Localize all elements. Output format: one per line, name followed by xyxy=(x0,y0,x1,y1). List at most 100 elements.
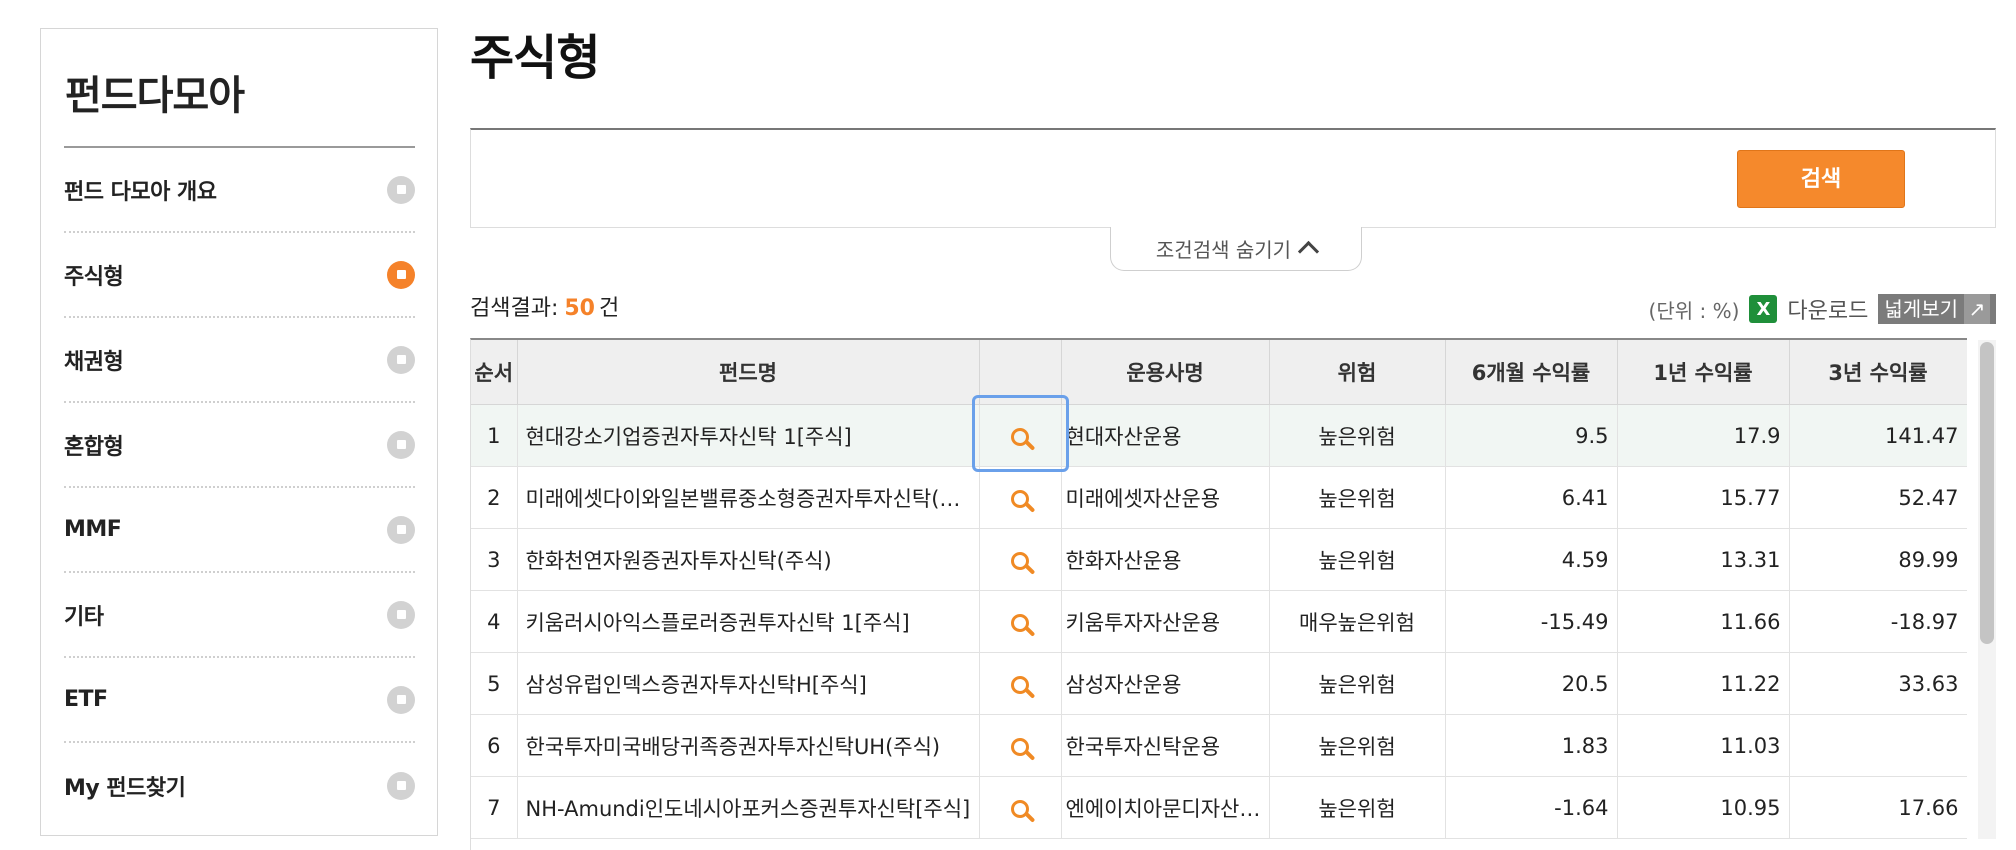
sidebar-item-mixed[interactable]: 혼합형 xyxy=(64,403,415,488)
company-name: 엔에이치아문디자산운용 xyxy=(1061,776,1270,839)
sidebar-item-etf[interactable]: ETF xyxy=(64,658,415,743)
sidebar-item-label: 펀드 다모아 개요 xyxy=(64,179,217,205)
company-name: 한국투자신탁운용 xyxy=(1061,714,1270,777)
fund-detail-button[interactable] xyxy=(979,714,1062,777)
table-row[interactable]: 7 NH-Amundi인도네시아포커스증권투자신탁[주식] 엔에이치아문디자산운… xyxy=(471,776,1967,839)
fund-detail-button[interactable] xyxy=(979,466,1062,529)
download-link[interactable]: 다운로드 xyxy=(1787,293,1868,325)
return-3y: -18.97 xyxy=(1789,590,1967,653)
fund-name-link[interactable]: 삼성유럽인덱스증권자투자신탁H[주식] xyxy=(517,652,980,715)
bullet-icon xyxy=(387,600,415,629)
sidebar-title: 펀드다모아 xyxy=(65,73,245,119)
sidebar-item-my-fund[interactable]: My 펀드찾기 xyxy=(64,743,415,828)
table-row[interactable]: 3 한화천연자원증권자투자신탁(주식) 한화자산운용 높은위험 4.59 13.… xyxy=(471,528,1967,591)
sidebar-item-overview[interactable]: 펀드 다모아 개요 xyxy=(64,148,415,233)
return-1y: 15.77 xyxy=(1617,466,1790,529)
table-row[interactable]: 5 삼성유럽인덱스증권자투자신탁H[주식] 삼성자산운용 높은위험 20.5 1… xyxy=(471,652,1967,715)
return-3y: 17.66 xyxy=(1789,776,1967,839)
excel-icon[interactable]: X xyxy=(1749,295,1778,323)
return-6m: 20.5 xyxy=(1445,652,1618,715)
sidebar-item-mmf[interactable]: MMF xyxy=(64,488,415,573)
page-title: 주식형 xyxy=(470,30,600,86)
col-header-return-3y[interactable]: 3년 수익률 xyxy=(1789,340,1967,405)
active-bullet-icon xyxy=(387,260,415,289)
toggle-label: 조건검색 숨기기 xyxy=(1155,238,1292,262)
magnifier-icon xyxy=(1011,489,1029,508)
fund-name-link[interactable]: 미래에셋다이와일본밸류중소형증권자투자신탁(주식) xyxy=(517,466,980,529)
wide-view-button[interactable]: 넓게보기 ↗ xyxy=(1878,294,1996,324)
result-unit: 건 xyxy=(599,296,620,321)
table-toolbar: (단위 : %) X 다운로드 넓게보기 ↗ xyxy=(1649,293,1996,325)
col-header-detail xyxy=(979,340,1062,405)
company-name: 한화자산운용 xyxy=(1061,528,1270,591)
fund-name-link[interactable]: NH-Amundi인도네시아포커스증권투자신탁[주식] xyxy=(517,776,980,839)
fund-detail-button[interactable] xyxy=(979,590,1062,653)
table-row[interactable]: 4 키움러시아익스플로러증권투자신탁 1[주식] 키움투자자산운용 매우높은위험… xyxy=(471,590,1967,653)
fund-detail-button[interactable] xyxy=(979,776,1062,839)
risk-level: 높은위험 xyxy=(1269,776,1446,839)
sidebar-item-label: MMF xyxy=(64,517,122,542)
fund-table: 순서 펀드명 운용사명 위험 6개월 수익률 1년 수익률 3년 수익률 1 현… xyxy=(471,340,1967,839)
fund-name-link[interactable]: 키움러시아익스플로러증권투자신탁 1[주식] xyxy=(517,590,980,653)
hide-filter-toggle[interactable]: 조건검색 숨기기 xyxy=(1110,227,1362,271)
return-3y xyxy=(1789,714,1967,777)
fund-name-link[interactable]: 한국투자미국배당귀족증권자투자신탁UH(주식) xyxy=(517,714,980,777)
table-row[interactable]: 2 미래에셋다이와일본밸류중소형증권자투자신탁(주식) 미래에셋자산운용 높은위… xyxy=(471,466,1967,529)
return-6m: 4.59 xyxy=(1445,528,1618,591)
magnifier-icon xyxy=(1011,675,1029,694)
return-6m: -15.49 xyxy=(1445,590,1618,653)
col-header-company[interactable]: 운용사명 xyxy=(1061,340,1270,405)
fund-name-link[interactable]: 한화천연자원증권자투자신탁(주식) xyxy=(517,528,980,591)
wide-view-label: 넓게보기 xyxy=(1884,297,1958,321)
return-1y: 11.22 xyxy=(1617,652,1790,715)
row-number: 4 xyxy=(471,590,518,653)
bullet-icon xyxy=(387,771,415,800)
return-1y: 11.66 xyxy=(1617,590,1790,653)
col-header-no[interactable]: 순서 xyxy=(471,340,518,405)
return-6m: -1.64 xyxy=(1445,776,1618,839)
table-row[interactable]: 1 현대강소기업증권자투자신탁 1[주식] 현대자산운용 높은위험 9.5 17… xyxy=(471,404,1967,467)
return-1y: 17.9 xyxy=(1617,404,1790,467)
risk-level: 높은위험 xyxy=(1269,466,1446,529)
col-header-return-6m[interactable]: 6개월 수익률 xyxy=(1445,340,1618,405)
magnifier-icon xyxy=(1011,613,1029,632)
sidebar: 펀드다모아 펀드 다모아 개요 주식형 채권형 혼합형 MMF 기타 ETF M… xyxy=(40,28,438,836)
col-header-risk[interactable]: 위험 xyxy=(1269,340,1446,405)
col-header-fund-name[interactable]: 펀드명 xyxy=(517,340,980,405)
search-button[interactable]: 검색 xyxy=(1737,150,1905,208)
sidebar-item-other[interactable]: 기타 xyxy=(64,573,415,658)
sidebar-item-label: 기타 xyxy=(64,604,104,630)
fund-name-link[interactable]: 현대강소기업증권자투자신탁 1[주식] xyxy=(517,404,980,467)
company-name: 키움투자자산운용 xyxy=(1061,590,1270,653)
scrollbar-thumb[interactable] xyxy=(1980,342,1994,644)
risk-level: 높은위험 xyxy=(1269,714,1446,777)
sidebar-item-label: ETF xyxy=(64,687,108,712)
sidebar-menu: 펀드 다모아 개요 주식형 채권형 혼합형 MMF 기타 ETF My 펀드찾기 xyxy=(64,148,415,828)
return-3y: 89.99 xyxy=(1789,528,1967,591)
table-row[interactable]: 6 한국투자미국배당귀족증권자투자신탁UH(주식) 한국투자신탁운용 높은위험 … xyxy=(471,714,1967,777)
sidebar-item-equity[interactable]: 주식형 xyxy=(64,233,415,318)
bullet-icon xyxy=(387,430,415,459)
row-number: 7 xyxy=(471,776,518,839)
fund-detail-button[interactable] xyxy=(979,528,1062,591)
fund-detail-button[interactable] xyxy=(979,652,1062,715)
sidebar-item-bond[interactable]: 채권형 xyxy=(64,318,415,403)
return-1y: 10.95 xyxy=(1617,776,1790,839)
return-6m: 6.41 xyxy=(1445,466,1618,529)
bullet-icon xyxy=(387,515,415,544)
magnifier-icon xyxy=(1011,427,1029,446)
fund-detail-button[interactable] xyxy=(979,404,1062,467)
result-summary: 검색결과: 50 건 xyxy=(470,290,619,322)
company-name: 삼성자산운용 xyxy=(1061,652,1270,715)
row-number: 5 xyxy=(471,652,518,715)
risk-level: 높은위험 xyxy=(1269,404,1446,467)
return-1y: 13.31 xyxy=(1617,528,1790,591)
col-header-return-1y[interactable]: 1년 수익률 xyxy=(1617,340,1790,405)
return-3y: 52.47 xyxy=(1789,466,1967,529)
return-3y: 33.63 xyxy=(1789,652,1967,715)
result-label: 검색결과: xyxy=(470,296,559,321)
result-count: 50 xyxy=(564,296,595,321)
risk-level: 높은위험 xyxy=(1269,528,1446,591)
sidebar-item-label: 주식형 xyxy=(64,264,124,290)
company-name: 미래에셋자산운용 xyxy=(1061,466,1270,529)
